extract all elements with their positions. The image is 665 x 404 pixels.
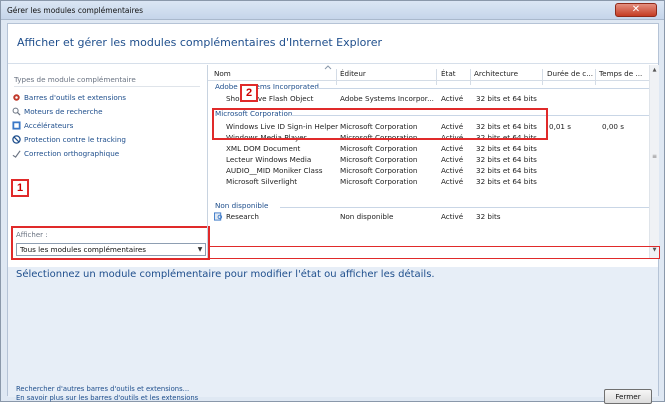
addons-window: Gérer les modules complémentaires ✕ Affi… xyxy=(0,0,665,404)
cell-nom: Microsoft Silverlight xyxy=(226,177,298,186)
list-header: Nom Éditeur État Architecture Durée de c… xyxy=(208,65,659,85)
details-prompt: Sélectionnez un module complémentaire po… xyxy=(16,269,435,280)
table-row[interactable]: Shockwave Flash Object Adobe Systems Inc… xyxy=(208,93,648,104)
gear-icon xyxy=(13,93,20,101)
callout-1: 1 xyxy=(11,179,29,197)
afficher-selected: Tous les modules complémentaires xyxy=(20,245,147,254)
cell-editeur: Microsoft Corporation xyxy=(340,166,418,175)
column-divider xyxy=(436,69,437,85)
dialog-body: Afficher et gérer les modules complément… xyxy=(7,23,660,404)
callout-2: 2 xyxy=(240,84,258,102)
group-divider xyxy=(316,88,649,89)
cell-arch: 32 bits et 64 bits xyxy=(476,166,537,175)
table-row[interactable]: XML DOM Document Microsoft Corporation A… xyxy=(208,143,648,154)
type-item-label: Correction orthographique xyxy=(24,148,120,158)
cell-editeur: Microsoft Corporation xyxy=(340,144,418,153)
type-item-label: Protection contre le tracking xyxy=(24,134,126,144)
cell-nom: Research xyxy=(226,212,259,221)
table-row[interactable]: Research Non disponible Activé 32 bits xyxy=(208,211,648,222)
accelerator-icon xyxy=(12,120,21,130)
column-header-temps[interactable]: Temps de ... xyxy=(599,69,642,78)
search-icon xyxy=(12,107,21,116)
type-item-label: Accélérateurs xyxy=(24,120,74,130)
close-icon: ✕ xyxy=(631,4,641,15)
window-title: Gérer les modules complémentaires xyxy=(7,6,144,15)
type-item-label: Moteurs de recherche xyxy=(24,106,103,116)
cell-temps: 0,00 s xyxy=(602,122,625,131)
cell-etat: Activé xyxy=(441,144,464,153)
group-header-adobe: Adobe Systems Incorporated xyxy=(215,82,319,91)
cell-arch: 32 bits et 64 bits xyxy=(476,144,537,153)
table-row[interactable] xyxy=(208,187,648,198)
title-bar[interactable]: Gérer les modules complémentaires ✕ xyxy=(1,1,664,20)
learn-more-link[interactable]: En savoir plus sur les barres d'outils e… xyxy=(16,394,198,402)
afficher-label: Afficher : xyxy=(16,231,48,239)
cell-arch: 32 bits et 64 bits xyxy=(476,94,537,103)
column-header-architecture[interactable]: Architecture xyxy=(474,69,518,78)
scroll-thumb[interactable]: ≡ xyxy=(651,153,658,169)
column-header-nom[interactable]: Nom xyxy=(214,69,231,78)
header-band: Afficher et gérer les modules complément… xyxy=(8,24,658,64)
adobe-group-highlight xyxy=(212,108,548,140)
table-row[interactable]: AUDIO__MID Moniker Class Microsoft Corpo… xyxy=(208,165,648,176)
list-scrollbar[interactable]: ▲ ≡ ▼ xyxy=(649,65,659,258)
afficher-dropdown[interactable]: Tous les modules complémentaires ▼ xyxy=(16,243,206,256)
find-more-toolbars-link[interactable]: Rechercher d'autres barres d'outils et e… xyxy=(16,385,189,393)
cell-arch: 32 bits xyxy=(476,212,501,221)
details-area: Sélectionnez un module complémentaire po… xyxy=(8,267,658,404)
cell-editeur: Non disponible xyxy=(340,212,394,221)
type-item-search[interactable]: Moteurs de recherche xyxy=(12,105,103,117)
column-header-etat[interactable]: État xyxy=(441,69,456,78)
window-close-button[interactable]: ✕ xyxy=(615,3,657,17)
cell-nom: Lecteur Windows Media xyxy=(226,155,312,164)
column-header-editeur[interactable]: Éditeur xyxy=(340,69,366,78)
type-item-accelerators[interactable]: Accélérateurs xyxy=(12,119,73,131)
page-title: Afficher et gérer les modules complément… xyxy=(17,36,382,49)
column-divider xyxy=(542,69,543,85)
research-icon xyxy=(214,212,223,221)
cell-etat: Activé xyxy=(441,212,464,221)
cell-editeur: Microsoft Corporation xyxy=(340,177,418,186)
table-row[interactable]: Microsoft Silverlight Microsoft Corporat… xyxy=(208,176,648,187)
cell-editeur: Microsoft Corporation xyxy=(340,155,418,164)
addons-list[interactable]: Nom Éditeur État Architecture Durée de c… xyxy=(207,65,659,258)
type-item-label: Barres d'outils et extensions xyxy=(24,92,127,102)
column-divider xyxy=(470,69,471,85)
cell-etat: Activé xyxy=(441,166,464,175)
block-icon xyxy=(12,134,21,144)
column-divider xyxy=(336,69,337,85)
cell-etat: Activé xyxy=(441,155,464,164)
cell-editeur: Adobe Systems Incorpor... xyxy=(340,94,434,103)
research-row-highlight xyxy=(208,246,660,259)
group-divider xyxy=(280,207,649,208)
cell-etat: Activé xyxy=(441,177,464,186)
table-row[interactable]: Lecteur Windows Media Microsoft Corporat… xyxy=(208,154,648,165)
type-item-tracking[interactable]: Protection contre le tracking xyxy=(12,133,126,145)
cell-nom: AUDIO__MID Moniker Class xyxy=(226,166,323,175)
cell-arch: 32 bits et 64 bits xyxy=(476,177,537,186)
sort-indicator-icon xyxy=(324,65,332,70)
scroll-up-icon[interactable]: ▲ xyxy=(650,67,659,76)
cell-etat: Activé xyxy=(441,94,464,103)
cell-duree: 0,01 s xyxy=(549,122,572,131)
cell-arch: 32 bits et 64 bits xyxy=(476,155,537,164)
type-item-spellcheck[interactable]: Correction orthographique xyxy=(12,147,119,159)
types-label: Types de module complémentaire xyxy=(14,75,136,84)
chevron-down-icon: ▼ xyxy=(197,246,203,253)
type-item-toolbars[interactable]: Barres d'outils et extensions xyxy=(12,91,126,103)
column-divider xyxy=(595,69,596,85)
group-header-unavailable: Non disponible xyxy=(215,201,269,210)
spellcheck-icon xyxy=(12,149,21,158)
types-divider xyxy=(14,86,200,87)
cell-nom: XML DOM Document xyxy=(226,144,301,153)
column-header-duree[interactable]: Durée de c... xyxy=(547,69,593,78)
